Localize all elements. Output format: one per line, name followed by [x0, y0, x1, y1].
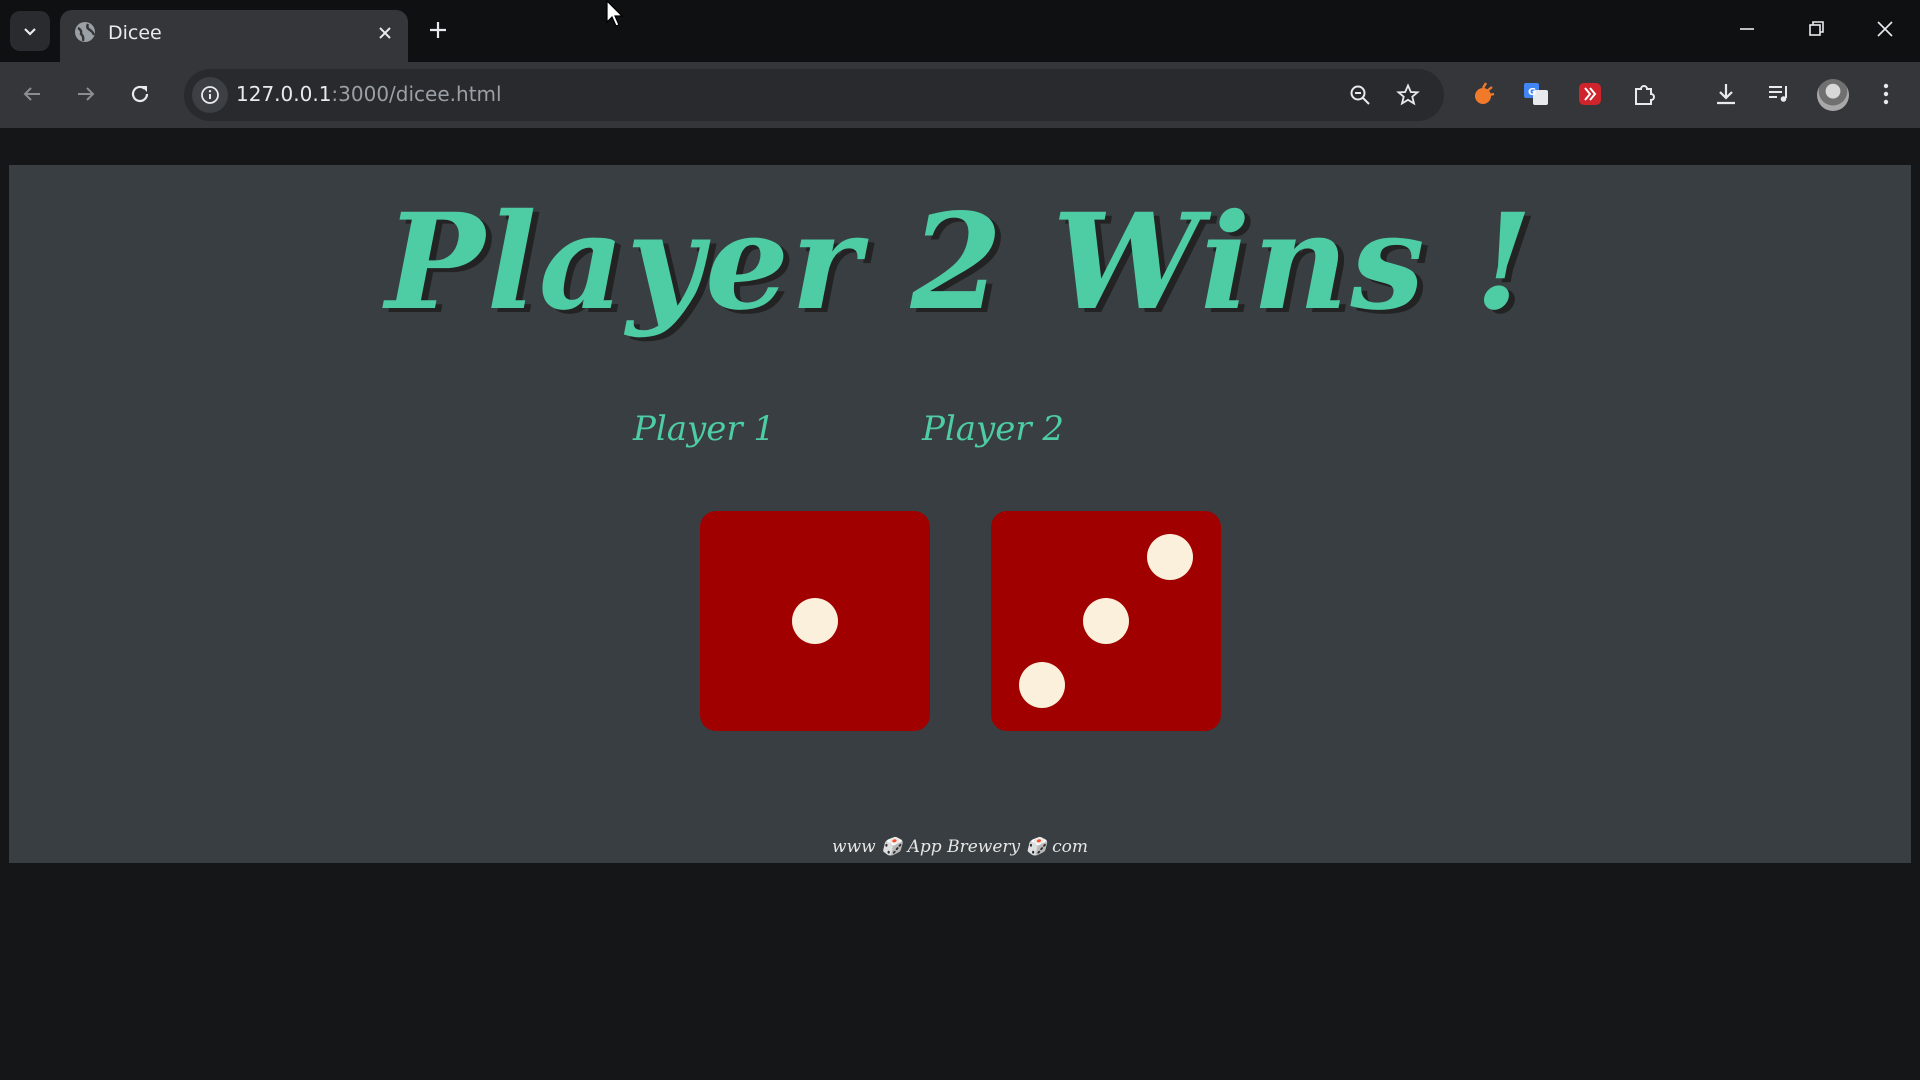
back-button[interactable]: [12, 74, 52, 114]
web-viewport: Player 2 Wins ! Player 1 Player 2 www 🎲 …: [0, 128, 1920, 1080]
reload-icon: [131, 85, 149, 103]
page-title: Player 2 Wins !: [385, 185, 1535, 340]
player-2-die: [991, 511, 1221, 731]
extension-orange[interactable]: [1465, 76, 1501, 112]
player-1-die: [700, 511, 930, 731]
die-pip: [1018, 661, 1065, 708]
downloads-button[interactable]: [1708, 76, 1744, 112]
orange-extension-icon: [1475, 82, 1495, 104]
close-icon: [1877, 21, 1893, 37]
url-host: 127.0.0.1: [236, 82, 332, 106]
restore-button[interactable]: [1782, 0, 1852, 58]
profile-avatar[interactable]: [1817, 79, 1849, 111]
plus-icon: [430, 22, 446, 38]
minimize-icon: [1740, 28, 1754, 30]
close-window-button[interactable]: [1850, 0, 1920, 58]
tab-strip: Dicee: [0, 0, 1920, 62]
chevron-down-icon: [24, 28, 36, 36]
extension-translate[interactable]: G: [1518, 76, 1554, 112]
close-tab-icon[interactable]: [372, 20, 398, 46]
minimize-button[interactable]: [1712, 0, 1782, 58]
menu-button[interactable]: [1868, 76, 1904, 112]
music-queue-icon: [1769, 86, 1787, 102]
media-control-button[interactable]: [1761, 76, 1797, 112]
info-icon: [201, 86, 219, 104]
die-pip: [1147, 534, 1194, 581]
die-pip: [1083, 598, 1129, 644]
browser-toolbar: 127.0.0.1:3000/dicee.html G: [0, 62, 1920, 128]
player-2-label: Player 2: [921, 409, 1065, 449]
new-tab-button[interactable]: [420, 12, 456, 48]
restore-icon: [1809, 21, 1824, 36]
kebab-menu-icon: [1883, 83, 1889, 105]
svg-text:G: G: [1528, 87, 1536, 98]
footer-credit: www 🎲 App Brewery 🎲 com: [832, 837, 1088, 857]
mouse-cursor-icon: [606, 0, 624, 27]
tab-title: Dicee: [108, 22, 162, 44]
download-icon: [1717, 84, 1735, 105]
bookmark-button[interactable]: [1390, 77, 1426, 113]
forward-button[interactable]: [66, 74, 106, 114]
url-path: :3000/dicee.html: [331, 82, 502, 106]
url-text[interactable]: 127.0.0.1:3000/dicee.html: [236, 82, 502, 106]
dicee-page: Player 2 Wins ! Player 1 Player 2 www 🎲 …: [9, 165, 1911, 863]
player-1-label: Player 1: [632, 409, 776, 449]
back-arrow-icon: [23, 87, 40, 101]
extensions-button[interactable]: [1627, 76, 1663, 112]
die-pip: [792, 598, 838, 644]
forward-arrow-icon: [78, 87, 95, 101]
globe-icon: [75, 22, 96, 42]
tab-search-button[interactable]: [10, 11, 50, 51]
google-translate-icon: G: [1524, 83, 1548, 105]
address-bar[interactable]: 127.0.0.1:3000/dicee.html: [184, 69, 1444, 121]
puzzle-icon: [1635, 85, 1655, 105]
site-info-button[interactable]: [192, 77, 228, 113]
zoom-out-icon: [1350, 85, 1370, 105]
reload-button[interactable]: [120, 74, 160, 114]
red-play-extension-icon: [1579, 83, 1601, 105]
star-icon: [1396, 83, 1420, 106]
zoom-button[interactable]: [1342, 77, 1378, 113]
extension-red[interactable]: [1572, 76, 1608, 112]
tab-dicee[interactable]: Dicee: [60, 10, 408, 62]
